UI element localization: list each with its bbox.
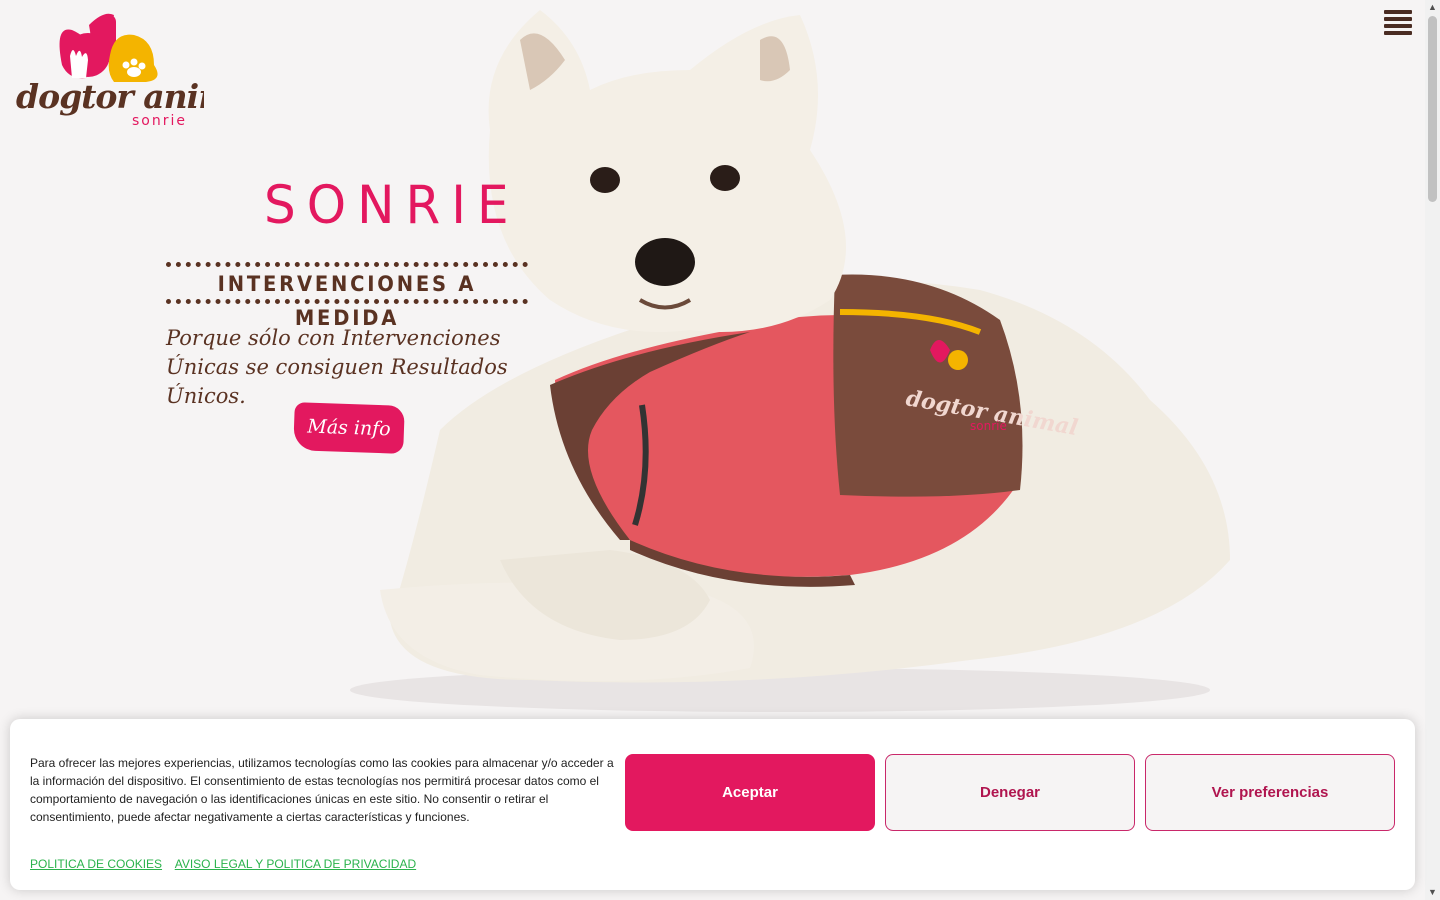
cookie-policy-links: POLITICA DE COOKIES AVISO LEGAL Y POLITI… bbox=[30, 857, 426, 871]
hero-section: dogtor animal sonrie dogtor animal sonri… bbox=[0, 0, 1425, 765]
view-preferences-button[interactable]: Ver preferencias bbox=[1145, 754, 1395, 831]
dogtor-animal-logo[interactable]: dogtor animal sonrie bbox=[14, 10, 204, 130]
logo-brand-text: dogtor animal bbox=[16, 77, 204, 116]
cookie-policy-link[interactable]: POLITICA DE COOKIES bbox=[30, 857, 162, 871]
coat-tagline-text: sonrie bbox=[970, 419, 1007, 433]
hero-title: SONRIE bbox=[264, 174, 520, 236]
hamburger-menu-icon[interactable] bbox=[1384, 10, 1412, 37]
scroll-down-arrow-icon[interactable]: ▼ bbox=[1425, 885, 1440, 900]
mas-info-button[interactable]: Más info bbox=[293, 402, 405, 454]
scrollbar-thumb[interactable] bbox=[1428, 16, 1437, 202]
hero-lead-text: Porque sólo con Intervenciones Únicas se… bbox=[166, 326, 508, 408]
cookie-consent-banner: Para ofrecer las mejores experiencias, u… bbox=[10, 719, 1415, 890]
cookie-message: Para ofrecer las mejores experiencias, u… bbox=[30, 756, 614, 824]
logo-tagline-text: sonrie bbox=[132, 113, 187, 129]
legal-privacy-link[interactable]: AVISO LEGAL Y POLITICA DE PRIVACIDAD bbox=[175, 857, 416, 871]
accept-cookies-button[interactable]: Aceptar bbox=[625, 754, 875, 831]
scroll-up-arrow-icon[interactable]: ▲ bbox=[1425, 0, 1440, 15]
hero-banner: INTERVENCIONES A MEDIDA bbox=[166, 262, 528, 330]
deny-cookies-button[interactable]: Denegar bbox=[885, 754, 1135, 831]
page-scrollbar[interactable]: ▲ ▼ bbox=[1425, 0, 1440, 900]
